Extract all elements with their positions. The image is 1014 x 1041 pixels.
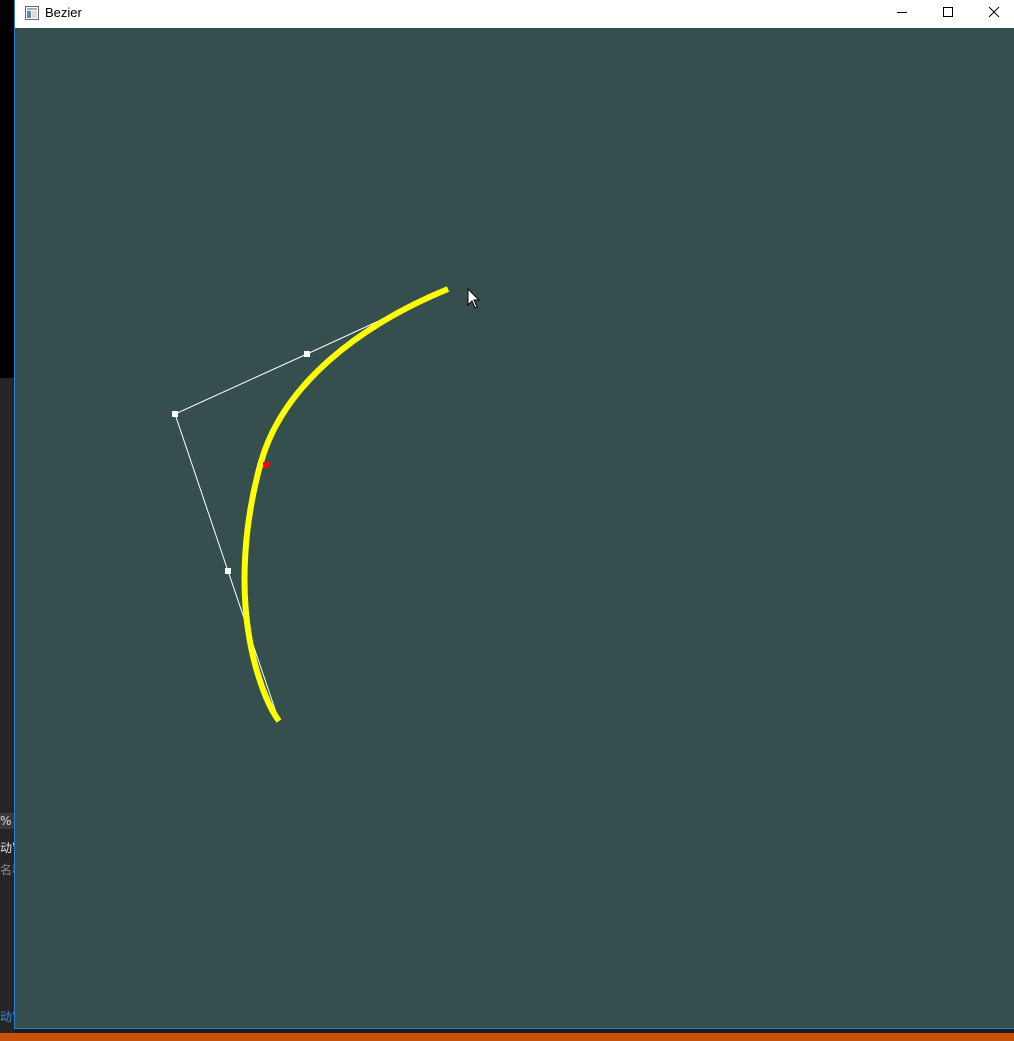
window-title: Bezier: [45, 5, 82, 20]
minimize-icon: [896, 5, 908, 23]
background-text-fragment: 名称: [0, 863, 15, 877]
maximize-button[interactable]: [925, 0, 971, 27]
close-icon: [988, 5, 1000, 23]
title-bar[interactable]: Bezier: [15, 0, 1014, 27]
bezier-window: Bezier: [14, 0, 1014, 1029]
control-point[interactable]: [172, 411, 178, 417]
minimize-button[interactable]: [879, 0, 925, 27]
close-button[interactable]: [971, 0, 1014, 27]
background-text-fragment: 动窗: [0, 1010, 15, 1024]
control-point[interactable]: [304, 351, 310, 357]
desktop: % 动窗 名称 动窗 Bezier: [0, 0, 1014, 1041]
taskbar-strip: [0, 1033, 1014, 1041]
curve-point-marker: [263, 462, 269, 468]
control-point[interactable]: [225, 568, 231, 574]
maximize-icon: [942, 5, 954, 23]
bezier-curve: [241, 286, 450, 723]
background-text-fragment: %: [0, 813, 15, 829]
background-application: % 动窗 名称 动窗: [0, 0, 15, 1041]
background-text-fragment: 动窗: [0, 841, 15, 855]
window-app-icon: [25, 6, 39, 20]
mouse-pointer-icon: [467, 287, 481, 309]
drawing-canvas[interactable]: [15, 28, 1014, 1028]
control-polygon: [174, 288, 449, 722]
bezier-scene: [172, 286, 481, 723]
background-panel: [0, 378, 15, 1041]
